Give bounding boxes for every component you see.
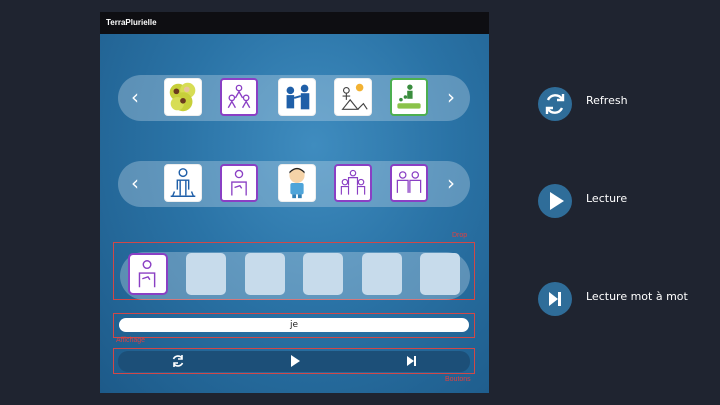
- carousel-prev-button[interactable]: ‹: [122, 75, 148, 121]
- me-pictogram: [231, 169, 247, 196]
- pictogram-card-group[interactable]: [334, 164, 372, 202]
- drop-slot-1[interactable]: [128, 253, 168, 295]
- refresh-button[interactable]: [170, 353, 186, 369]
- sentence-display: je: [119, 318, 469, 332]
- side-refresh-label: Refresh: [586, 94, 628, 107]
- app-window: TerraPlurielle ‹ › ‹ › Drop je Affichage…: [100, 12, 489, 393]
- pictogram-card-people-talking[interactable]: [278, 78, 316, 116]
- drop-slot-5[interactable]: [362, 253, 402, 295]
- pictogram-card-me[interactable]: [220, 164, 258, 202]
- carousel-prev-button[interactable]: ‹: [122, 161, 148, 207]
- refresh-icon: [172, 355, 184, 367]
- actions-pictogram: [397, 84, 421, 109]
- play-word-by-word-button[interactable]: [403, 353, 419, 369]
- play-icon: [291, 355, 300, 367]
- app-title: TerraPlurielle: [100, 12, 489, 34]
- side-play-word-by-word-label: Lecture mot à mot: [586, 290, 688, 303]
- pictogram-card-group-faces[interactable]: [164, 78, 202, 116]
- drop-slot-6[interactable]: [420, 253, 460, 295]
- skip-next-icon: [549, 292, 561, 306]
- pictogram-carousel-bottom: ‹ ›: [118, 161, 470, 207]
- pictogram-card-camping[interactable]: [334, 78, 372, 116]
- people-talking-pictogram: [286, 84, 310, 110]
- carousel-next-button[interactable]: ›: [438, 161, 464, 207]
- me-pictogram: [138, 260, 156, 288]
- group-faces-pictogram: [169, 82, 196, 112]
- side-refresh-button[interactable]: [538, 87, 572, 121]
- display-zone-label: Affichage: [116, 337, 146, 344]
- pictogram-card-family[interactable]: [220, 78, 258, 116]
- play-icon: [550, 192, 564, 210]
- refresh-icon: [545, 94, 565, 114]
- skip-next-icon: [407, 356, 416, 366]
- controls-zone-label: Boutons: [445, 376, 471, 383]
- person-standing-pictogram: [170, 168, 196, 197]
- carousel-next-button[interactable]: ›: [438, 75, 464, 121]
- drop-slot-2[interactable]: [186, 253, 226, 295]
- drop-zone[interactable]: [120, 252, 470, 300]
- play-button[interactable]: [287, 353, 303, 369]
- pictogram-carousel-top: ‹ ›: [118, 75, 470, 121]
- pictogram-card-person-standing[interactable]: [164, 164, 202, 202]
- drop-slot-4[interactable]: [303, 253, 343, 295]
- two-people-pictogram: [396, 171, 422, 193]
- pictogram-card-two-people[interactable]: [390, 164, 428, 202]
- family-pictogram: [227, 84, 251, 109]
- child-cartoon-pictogram: [289, 167, 305, 199]
- drop-slot-3[interactable]: [245, 253, 285, 295]
- side-play-word-by-word-button[interactable]: [538, 282, 572, 316]
- pictogram-card-actions[interactable]: [390, 78, 428, 116]
- side-play-button[interactable]: [538, 184, 572, 218]
- pictogram-card-child-cartoon[interactable]: [278, 164, 316, 202]
- drop-zone-label: Drop: [452, 232, 468, 239]
- camping-pictogram: [341, 83, 368, 110]
- side-play-label: Lecture: [586, 192, 628, 205]
- group-pictogram: [340, 169, 366, 195]
